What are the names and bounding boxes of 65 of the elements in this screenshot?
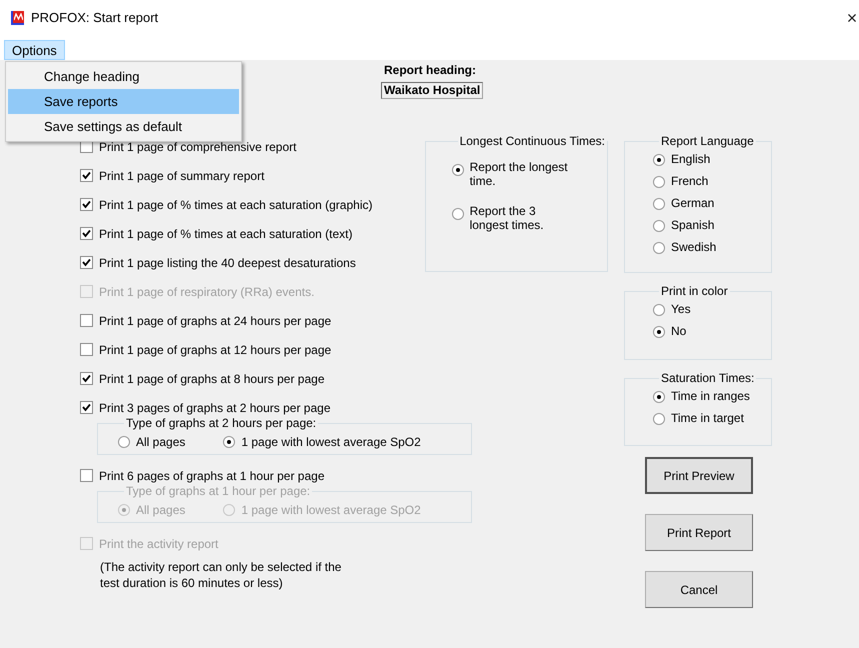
radio-label[interactable]: Swedish — [671, 240, 716, 255]
menu-item[interactable]: Save settings as default — [8, 114, 239, 139]
radio-button[interactable] — [452, 208, 464, 220]
dialog-button[interactable]: Print Preview — [645, 457, 753, 494]
group-title: Saturation Times: — [660, 371, 756, 385]
app-icon — [11, 11, 24, 25]
checkbox[interactable] — [80, 256, 93, 269]
radio-button[interactable] — [452, 164, 464, 176]
checkbox-label[interactable]: Print 1 page of graphs at 24 hours per page — [99, 312, 332, 330]
radio-label[interactable]: Time in ranges — [671, 389, 750, 404]
radio-label[interactable]: 1 page with lowest average SpO2 — [241, 434, 421, 450]
radio-button[interactable] — [118, 436, 130, 448]
radio-button[interactable] — [653, 176, 665, 188]
radio-label[interactable]: German — [671, 196, 714, 211]
group-title: Print in color — [660, 284, 729, 298]
checkbox[interactable] — [80, 401, 93, 414]
radio-label[interactable]: Spanish — [671, 218, 714, 233]
radio-button[interactable] — [653, 304, 665, 316]
radio-button[interactable] — [653, 154, 665, 166]
checkbox[interactable] — [80, 169, 93, 182]
radio-label[interactable]: Yes — [671, 302, 691, 317]
checkbox[interactable] — [80, 343, 93, 356]
group-title: Report Language — [660, 134, 755, 148]
radio-label[interactable]: French — [671, 174, 708, 189]
checkbox-label[interactable]: Print 3 pages of graphs at 2 hours per page — [99, 398, 330, 416]
menu-item[interactable]: Change heading — [8, 64, 239, 89]
radio-button[interactable] — [653, 220, 665, 232]
menu-bar-item[interactable]: Options — [4, 40, 65, 60]
radio-label[interactable]: No — [671, 324, 686, 339]
checkbox[interactable] — [80, 198, 93, 211]
checkbox-label[interactable]: Print 1 page of graphs at 12 hours per page — [99, 340, 332, 358]
group-title: Longest Continuous Times: — [458, 134, 606, 148]
checkbox-label[interactable]: Print 1 page of % times at each saturation (text) — [99, 224, 352, 242]
group-title: Type of graphs at 2 hours per page: — [125, 416, 318, 430]
checkbox[interactable] — [80, 469, 93, 482]
radio-label[interactable]: Report the 3 longest times. — [470, 204, 574, 232]
radio-button[interactable] — [223, 436, 236, 448]
radio-label[interactable]: English — [671, 152, 710, 167]
checkbox[interactable] — [80, 227, 93, 240]
close-button[interactable]: × — [845, 10, 859, 26]
radio-button[interactable] — [653, 242, 665, 254]
radio-label[interactable]: Time in target — [671, 411, 744, 426]
menu-item[interactable]: Save reports — [8, 89, 239, 114]
checkbox-label[interactable]: Print 1 page of % times at each saturation (graphic) — [99, 196, 372, 214]
radio-button[interactable] — [653, 412, 665, 424]
checkbox-label[interactable]: Print 1 page listing the 40 deepest desaturations — [99, 254, 356, 272]
dialog-button[interactable]: Cancel — [645, 571, 753, 608]
radio-label[interactable]: Report the longest time. — [470, 160, 574, 188]
dialog-button[interactable]: Print Report — [645, 514, 753, 551]
group-title: Type of graphs at 1 hour per page: — [125, 484, 312, 498]
checkbox-label[interactable]: Print 1 page of graphs at 8 hours per page — [99, 370, 324, 388]
checkbox-label[interactable]: Print 1 page of summary report — [99, 166, 264, 184]
radio-label[interactable]: All pages — [136, 434, 186, 450]
checkbox[interactable] — [80, 314, 93, 327]
radio-button[interactable] — [653, 198, 665, 210]
heading-label: Report heading: — [384, 63, 476, 77]
checkbox-label[interactable]: Print 6 pages of graphs at 1 hour per page — [99, 466, 324, 484]
note-text: test duration is 60 minutes or less) — [100, 575, 284, 591]
checkbox-label[interactable]: Print 1 page of comprehensive report — [99, 138, 296, 156]
note-text: (The activity report can only be selected if the — [100, 559, 342, 575]
window-title: PROFOX: Start report — [31, 10, 158, 26]
heading-field: Waikato Hospital — [381, 82, 484, 99]
radio-button[interactable] — [653, 326, 665, 338]
radio-button[interactable] — [653, 390, 665, 402]
checkbox[interactable] — [80, 372, 93, 385]
